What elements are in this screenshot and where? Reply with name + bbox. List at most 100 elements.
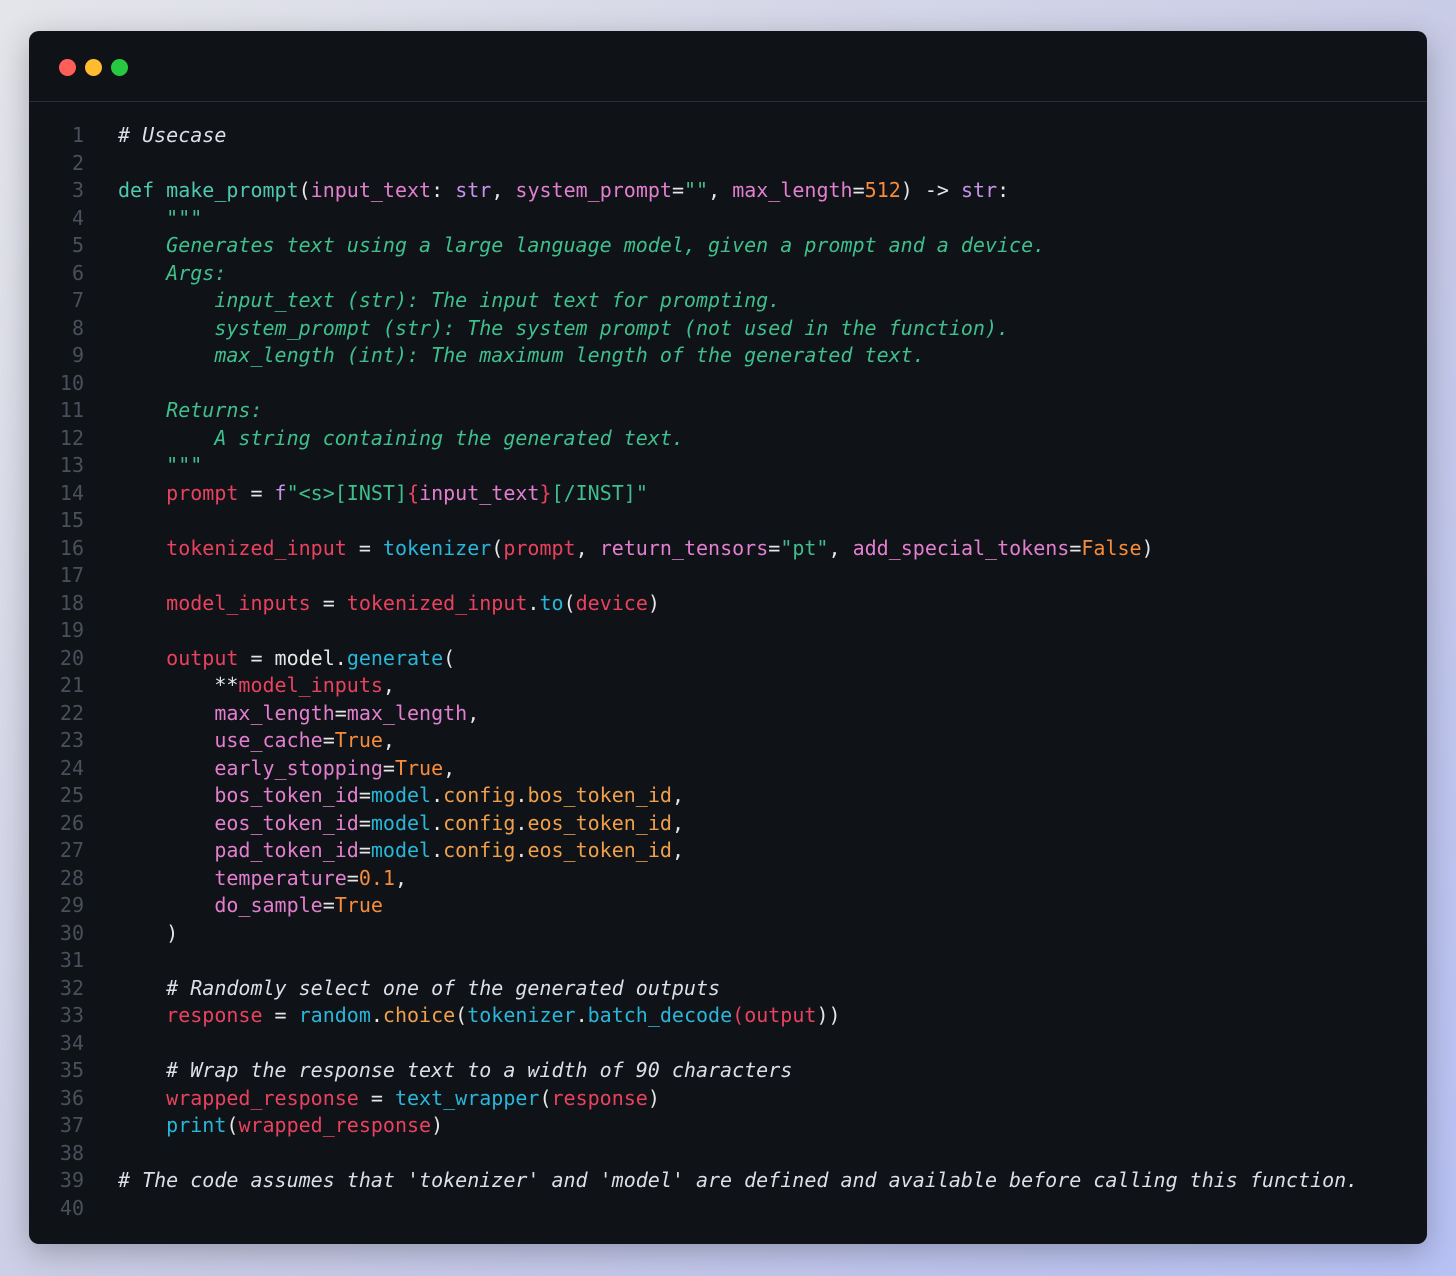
line-number: 3 — [71, 178, 84, 202]
code-line: 13 """ — [29, 452, 1427, 480]
code-line: 6 Args: — [29, 260, 1427, 288]
code-token: . — [515, 783, 528, 807]
code-token: = — [322, 728, 335, 752]
code-line: 4 """ — [29, 205, 1427, 233]
line-number: 10 — [59, 370, 84, 395]
line-number: 17 — [59, 563, 84, 587]
code-token: = — [334, 700, 347, 725]
code-token: str — [455, 178, 492, 202]
code-text: # Wrap the response text to a width of 9… — [118, 1057, 792, 1085]
line-number: 22 — [59, 700, 84, 725]
code-line: 5 Generates text using a large language … — [29, 232, 1427, 260]
code-line: 35 # Wrap the response text to a width o… — [29, 1057, 1427, 1085]
line-number: 19 — [59, 618, 84, 642]
code-line: 18 model_inputs = tokenized_input.to(dev… — [29, 590, 1427, 618]
code-editor[interactable]: 1 # Usecase 2 3 def make_prompt(input_text: … — [29, 122, 1427, 1222]
code-line: 8 system_prompt (str): The system prompt… — [29, 315, 1427, 343]
code-token: device — [575, 590, 648, 615]
code-token: = — [262, 1003, 299, 1027]
code-token: ) — [647, 1085, 660, 1110]
code-text: response = random.choice(tokenizer.batch… — [118, 1002, 840, 1030]
code-line: 29 do_sample=True — [29, 892, 1427, 920]
code-token: ** — [118, 673, 239, 697]
line-number: 23 — [59, 728, 84, 752]
line-number: 12 — [59, 425, 84, 450]
code-token: random — [298, 1003, 371, 1027]
line-number: 32 — [59, 975, 84, 1000]
code-token: use_cache — [214, 728, 323, 752]
code-token: ( — [563, 590, 576, 615]
code-token: ) — [647, 590, 660, 615]
code-text: # Usecase — [118, 122, 226, 150]
line-number: 9 — [71, 343, 84, 367]
code-text: """ — [118, 205, 202, 233]
code-text: pad_token_id=model.config.eos_token_id, — [118, 837, 684, 865]
code-token: # The code assumes that 'tokenizer' and … — [118, 1168, 1359, 1192]
code-token: : — [997, 178, 1010, 202]
code-token: { — [407, 480, 420, 505]
code-line: 26 eos_token_id=model.config.eos_token_i… — [29, 810, 1427, 838]
code-token: [/INST]" — [551, 480, 648, 505]
code-token: True — [334, 728, 383, 752]
code-token: eos_token_id — [214, 810, 359, 835]
code-token: ) — [1141, 535, 1154, 560]
code-token: ) — [431, 1113, 444, 1137]
code-line: 2 — [29, 150, 1427, 178]
code-token: . — [370, 1003, 383, 1027]
code-token: Returns: — [118, 398, 263, 422]
line-number: 27 — [59, 838, 84, 862]
code-text: model_inputs = tokenized_input.to(device… — [118, 590, 660, 618]
code-text: ) — [118, 920, 178, 948]
code-text: # Randomly select one of the generated o… — [118, 975, 720, 1003]
code-token: A string containing the generated text. — [118, 425, 684, 450]
code-line: 24 early_stopping=True, — [29, 755, 1427, 783]
line-number: 1 — [71, 123, 84, 147]
code-window: 1 # Usecase 2 3 def make_prompt(input_text: … — [29, 31, 1427, 1244]
code-token: 0.1 — [358, 865, 395, 890]
code-token: max_length — [346, 700, 468, 725]
code-token: True — [334, 893, 383, 917]
code-token: tokenizer — [467, 1003, 576, 1027]
code-token: input_text — [310, 178, 432, 202]
line-number: 16 — [59, 535, 84, 560]
code-token: return_tensors — [599, 535, 769, 560]
line-number: 7 — [71, 288, 84, 312]
code-token: """ — [118, 453, 203, 477]
code-token: output — [166, 645, 239, 670]
code-line: 38 — [29, 1140, 1427, 1168]
code-token: , — [382, 728, 395, 752]
line-number: 2 — [71, 150, 84, 175]
code-text: # The code assumes that 'tokenizer' and … — [118, 1167, 1358, 1195]
close-dot-icon[interactable] — [59, 59, 76, 76]
code-text: max_length (int): The maximum length of … — [118, 342, 924, 370]
code-token: to — [539, 590, 564, 615]
code-line: 31 — [29, 947, 1427, 975]
code-token: system_prompt (str): The system prompt (… — [118, 315, 1010, 340]
maximize-dot-icon[interactable] — [111, 59, 128, 76]
code-line: 39 # The code assumes that 'tokenizer' an… — [29, 1167, 1427, 1195]
code-token: Generates text using a large language mo… — [118, 233, 1046, 257]
code-token: ( — [732, 1003, 745, 1027]
line-number: 15 — [59, 508, 84, 532]
code-token: ) -> — [900, 178, 961, 202]
line-number: 36 — [59, 1085, 84, 1110]
minimize-dot-icon[interactable] — [85, 59, 102, 76]
code-line: 25 bos_token_id=model.config.bos_token_i… — [29, 782, 1427, 810]
line-number: 29 — [59, 893, 84, 917]
line-number: 34 — [59, 1030, 84, 1055]
code-token: . — [431, 783, 444, 807]
line-number: 8 — [71, 315, 84, 340]
code-token: config — [443, 838, 516, 862]
code-token: config — [443, 810, 516, 835]
code-token: = — [346, 865, 359, 890]
code-line: 21 **model_inputs, — [29, 672, 1427, 700]
code-token: } — [539, 480, 552, 505]
code-token: wrapped_response — [238, 1113, 432, 1137]
code-token: , — [671, 838, 684, 862]
code-token: ( — [455, 1003, 468, 1027]
code-token: = — [322, 893, 335, 917]
